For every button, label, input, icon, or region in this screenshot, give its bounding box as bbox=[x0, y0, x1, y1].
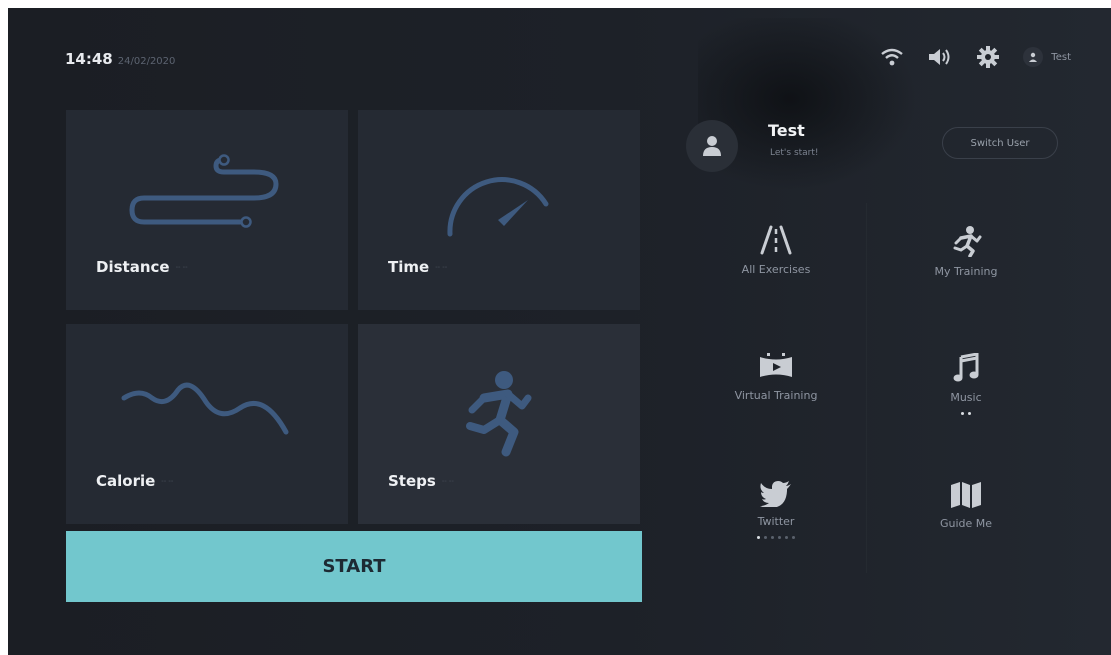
twitter-icon bbox=[760, 481, 791, 507]
music-page-dots bbox=[876, 412, 1056, 415]
menu-label-virtual-training: Virtual Training bbox=[734, 389, 818, 402]
avatar[interactable] bbox=[686, 120, 738, 172]
running-man-icon bbox=[953, 226, 982, 257]
calorie-label: Calorie -- -- bbox=[96, 472, 174, 490]
page-dot bbox=[961, 412, 964, 415]
menu-item-my-training[interactable]: My Training bbox=[876, 203, 1056, 323]
gear-icon[interactable] bbox=[975, 44, 1001, 70]
page-dot bbox=[778, 536, 781, 539]
user-profile-card: Test Let's start! Switch User bbox=[676, 110, 1086, 198]
menu-label-guide-me: Guide Me bbox=[939, 517, 993, 530]
calorie-tile[interactable]: Calorie -- -- bbox=[66, 324, 348, 524]
menu-divider bbox=[866, 203, 867, 573]
switch-user-button[interactable]: Switch User bbox=[942, 127, 1058, 159]
road-icon bbox=[760, 225, 792, 255]
current-user-name: Test bbox=[1051, 51, 1071, 63]
distance-label: Distance -- -- bbox=[96, 258, 188, 276]
treadmill-console-screen: 14:48 24/02/2020 Test Distance -- -- Tim… bbox=[8, 8, 1111, 655]
runner-icon bbox=[466, 371, 532, 457]
menu-label-twitter: Twitter bbox=[757, 515, 795, 528]
page-dot bbox=[757, 536, 760, 539]
page-dot bbox=[785, 536, 788, 539]
top-status-bar: Test bbox=[879, 44, 1071, 70]
person-icon bbox=[703, 136, 721, 156]
time-tile[interactable]: Time -- -- bbox=[358, 110, 640, 310]
steps-value: -- -- bbox=[441, 478, 454, 485]
map-icon bbox=[951, 482, 981, 508]
profile-name: Test bbox=[768, 121, 805, 140]
page-dot bbox=[792, 536, 795, 539]
steps-tile[interactable]: Steps -- -- bbox=[358, 324, 640, 524]
page-dot bbox=[771, 536, 774, 539]
profile-subtitle: Let's start! bbox=[770, 148, 819, 158]
clock-date: 24/02/2020 bbox=[117, 56, 176, 67]
speedometer-icon bbox=[447, 177, 549, 237]
route-icon bbox=[129, 154, 279, 228]
menu-label-all-exercises: All Exercises bbox=[741, 263, 811, 276]
wifi-icon[interactable] bbox=[879, 44, 905, 70]
time-label: Time -- -- bbox=[388, 258, 448, 276]
menu-item-music[interactable]: Music bbox=[876, 331, 1056, 451]
clock-time: 14:48 bbox=[65, 50, 113, 68]
wave-icon bbox=[121, 382, 289, 435]
calorie-value: -- -- bbox=[161, 478, 174, 485]
menu-item-guide-me[interactable]: Guide Me bbox=[876, 459, 1056, 579]
menu-item-twitter[interactable]: Twitter bbox=[686, 459, 866, 579]
distance-tile[interactable]: Distance -- -- bbox=[66, 110, 348, 310]
menu-label-my-training: My Training bbox=[934, 265, 998, 278]
time-value: -- -- bbox=[435, 264, 448, 271]
menu-item-virtual-training[interactable]: Virtual Training bbox=[686, 331, 866, 451]
music-note-icon bbox=[953, 353, 979, 382]
menu-item-all-exercises[interactable]: All Exercises bbox=[686, 203, 866, 323]
app-menu-panel: All Exercises My Training Virtual Traini… bbox=[686, 203, 1066, 583]
video-icon bbox=[760, 353, 792, 377]
steps-label: Steps -- -- bbox=[388, 472, 454, 490]
menu-label-music: Music bbox=[950, 391, 982, 404]
start-button[interactable]: START bbox=[66, 531, 642, 602]
twitter-page-dots bbox=[686, 536, 866, 539]
user-icon bbox=[1023, 47, 1044, 67]
page-dot bbox=[968, 412, 971, 415]
status-clock: 14:48 24/02/2020 bbox=[65, 50, 175, 68]
volume-icon[interactable] bbox=[927, 44, 953, 70]
distance-value: -- -- bbox=[175, 264, 188, 271]
page-dot bbox=[764, 536, 767, 539]
current-user-indicator[interactable]: Test bbox=[1023, 47, 1071, 67]
